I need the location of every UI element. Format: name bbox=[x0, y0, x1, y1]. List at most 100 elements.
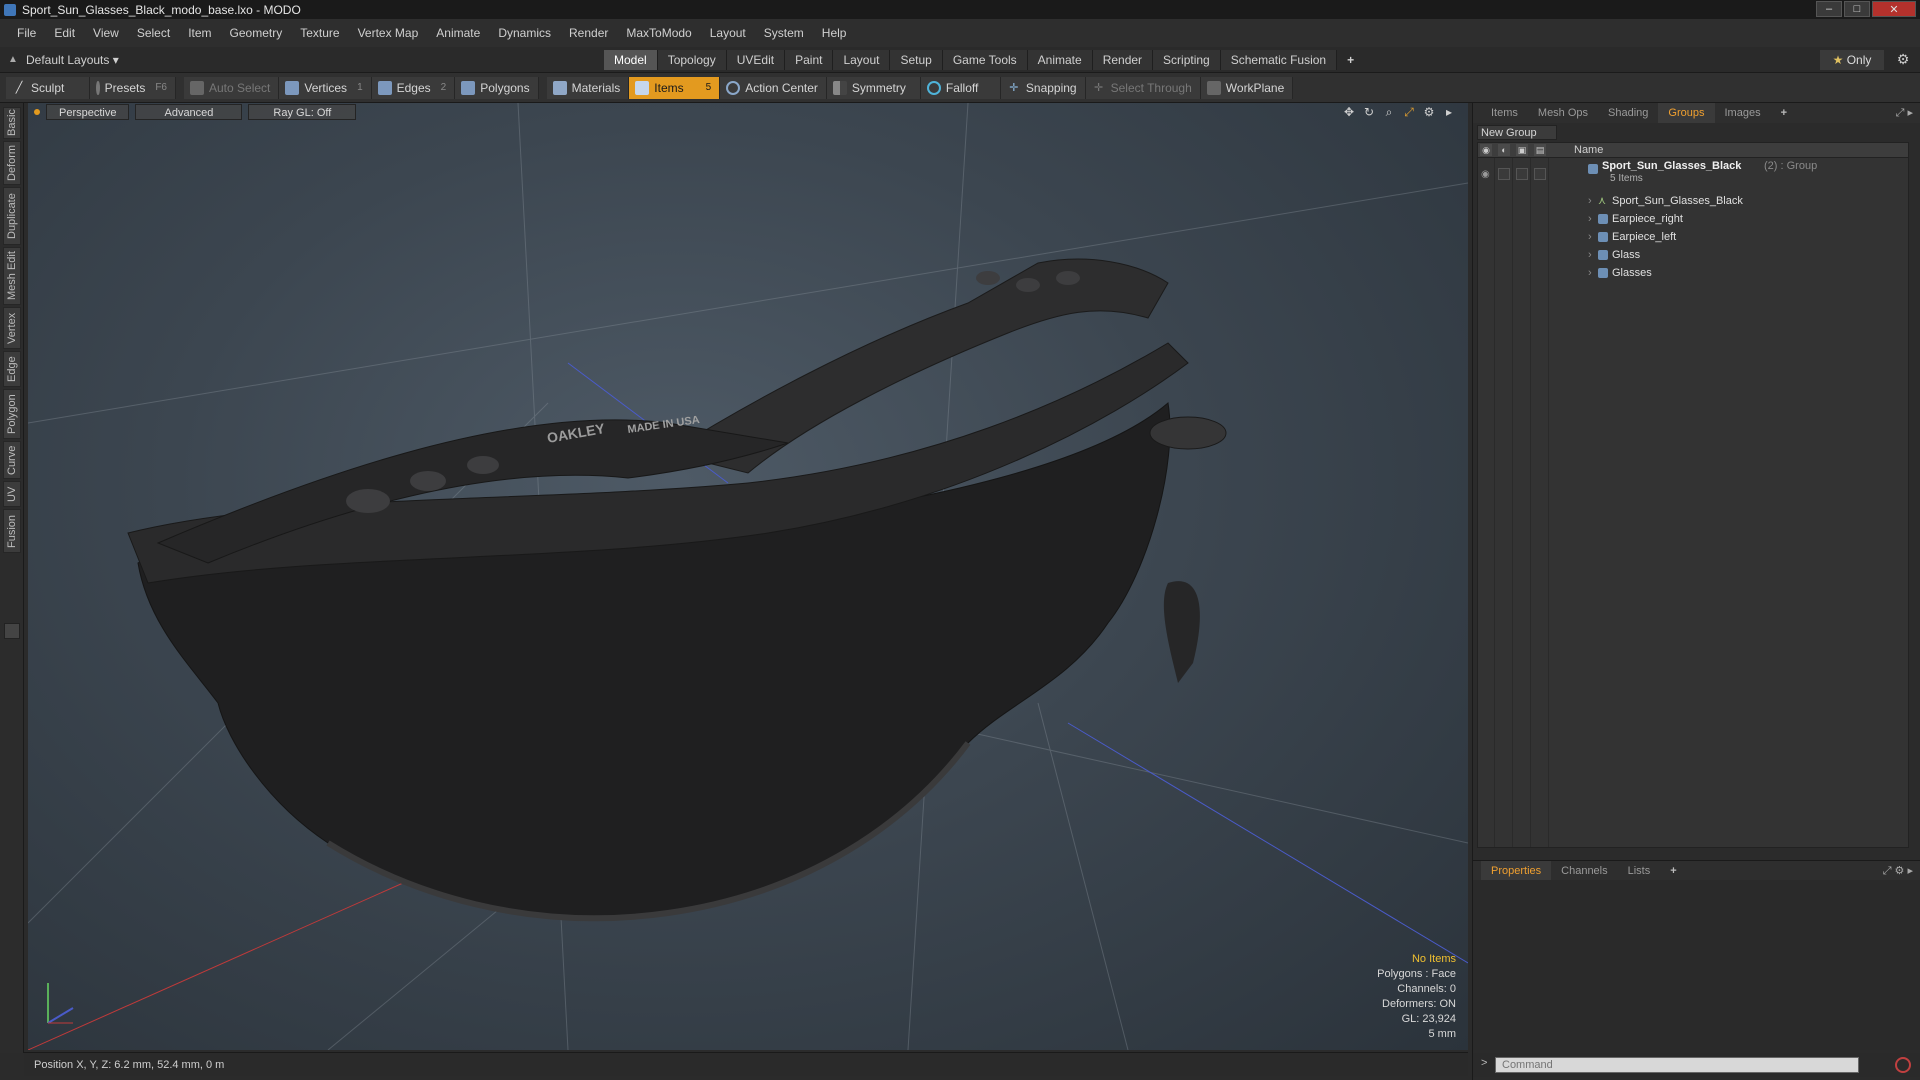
shading-mode-button[interactable]: Advanced bbox=[135, 104, 243, 120]
menu-system[interactable]: System bbox=[755, 19, 813, 47]
fit-view-icon[interactable]: ⤢ bbox=[1402, 105, 1416, 119]
tab-mesh-ops[interactable]: Mesh Ops bbox=[1528, 103, 1598, 123]
vertices-button[interactable]: Vertices 1 bbox=[279, 76, 372, 99]
menu-layout[interactable]: Layout bbox=[701, 19, 755, 47]
tab-scripting[interactable]: Scripting bbox=[1153, 50, 1221, 70]
items-button[interactable]: Items 5 bbox=[629, 76, 721, 99]
menu-texture[interactable]: Texture bbox=[291, 19, 348, 47]
perspective-view-button[interactable]: Perspective bbox=[46, 104, 130, 120]
menu-view[interactable]: View bbox=[84, 19, 128, 47]
tab-lists[interactable]: Lists bbox=[1618, 861, 1661, 881]
lock-col-icon[interactable]: ▣ bbox=[1516, 144, 1528, 156]
group-row[interactable]: ◉ Sport_Sun_Glasses_Black (2) : Group 5 … bbox=[1478, 160, 1908, 190]
menu-edit[interactable]: Edit bbox=[45, 19, 84, 47]
vtab-basic[interactable]: Basic bbox=[3, 107, 21, 139]
vtab-uv[interactable]: UV bbox=[3, 481, 21, 507]
tab-layout[interactable]: Layout bbox=[833, 50, 891, 70]
default-layouts-dropdown[interactable]: ▲ Default Layouts ▾ bbox=[8, 51, 119, 69]
tab-groups[interactable]: Groups bbox=[1658, 103, 1715, 123]
vtab-curve[interactable]: Curve bbox=[3, 441, 21, 479]
panel-expand-icon[interactable]: ⤢ ▸ bbox=[1896, 106, 1913, 120]
tab-shading[interactable]: Shading bbox=[1598, 103, 1658, 123]
maximize-button[interactable]: □ bbox=[1844, 1, 1870, 17]
vtab-fusion[interactable]: Fusion bbox=[3, 509, 21, 553]
add-panel-tab-button[interactable]: + bbox=[1771, 103, 1797, 123]
expand-arrow-icon[interactable]: › bbox=[1588, 228, 1592, 246]
tab-animate[interactable]: Animate bbox=[1027, 50, 1093, 70]
materials-button[interactable]: Materials bbox=[546, 76, 630, 99]
presets-button[interactable]: Presets F6 bbox=[90, 76, 176, 99]
lock-toggle[interactable] bbox=[1516, 168, 1528, 180]
viewport-settings-icon[interactable]: ⚙ bbox=[1422, 105, 1436, 119]
render-toggle[interactable] bbox=[1498, 168, 1510, 180]
expand-arrow-icon[interactable]: › bbox=[1588, 192, 1592, 210]
auto-select-button[interactable]: Auto Select bbox=[184, 76, 280, 99]
zoom-view-icon[interactable]: ⌕ bbox=[1382, 105, 1396, 119]
symmetry-button[interactable]: Symmetry bbox=[826, 76, 921, 99]
visibility-col-eye-icon[interactable]: ◉ bbox=[1480, 144, 1492, 156]
list-item[interactable]: › Earpiece_right bbox=[1478, 210, 1908, 228]
menu-help[interactable]: Help bbox=[813, 19, 856, 47]
workplane-button[interactable]: WorkPlane bbox=[1200, 76, 1294, 99]
move-view-icon[interactable]: ✥ bbox=[1342, 105, 1356, 119]
tab-topology[interactable]: Topology bbox=[657, 50, 727, 70]
menu-maxtomodo[interactable]: MaxToModo bbox=[617, 19, 700, 47]
menu-render[interactable]: Render bbox=[560, 19, 617, 47]
rotate-view-icon[interactable]: ↻ bbox=[1362, 105, 1376, 119]
polygons-button[interactable]: Polygons bbox=[455, 76, 539, 99]
tab-items[interactable]: Items bbox=[1481, 103, 1528, 123]
props-expand-icon[interactable]: ⤢ ⚙ ▸ bbox=[1883, 864, 1913, 878]
tab-properties[interactable]: Properties bbox=[1481, 860, 1552, 881]
tab-uvedit[interactable]: UVEdit bbox=[726, 50, 786, 70]
select-toggle[interactable] bbox=[1534, 168, 1546, 180]
menu-geometry[interactable]: Geometry bbox=[221, 19, 292, 47]
edges-button[interactable]: Edges 2 bbox=[371, 76, 456, 99]
menu-file[interactable]: File bbox=[8, 19, 45, 47]
expand-arrow-icon[interactable]: › bbox=[1588, 210, 1592, 228]
tab-channels[interactable]: Channels bbox=[1551, 861, 1617, 881]
menu-animate[interactable]: Animate bbox=[427, 19, 489, 47]
vtab-deform[interactable]: Deform bbox=[3, 141, 21, 185]
select-through-button[interactable]: ✛ Select Through bbox=[1085, 76, 1201, 99]
action-center-button[interactable]: Action Center bbox=[720, 76, 827, 99]
tab-setup[interactable]: Setup bbox=[890, 50, 943, 70]
tab-render[interactable]: Render bbox=[1092, 50, 1154, 70]
expand-arrow-icon[interactable]: › bbox=[1588, 264, 1592, 282]
close-button[interactable]: ✕ bbox=[1872, 1, 1916, 17]
vtab-duplicate[interactable]: Duplicate bbox=[3, 187, 21, 245]
command-input[interactable] bbox=[1495, 1057, 1859, 1073]
only-toggle-button[interactable]: ★ Only bbox=[1820, 50, 1884, 70]
vtab-vertex[interactable]: Vertex bbox=[3, 307, 21, 349]
tab-game-tools[interactable]: Game Tools bbox=[942, 50, 1028, 70]
list-item[interactable]: › Glass bbox=[1478, 246, 1908, 264]
tab-paint[interactable]: Paint bbox=[785, 50, 834, 70]
minimize-button[interactable]: – bbox=[1816, 1, 1842, 17]
viewport-expand-icon[interactable]: ▸ bbox=[1442, 105, 1456, 119]
menu-vertex-map[interactable]: Vertex Map bbox=[349, 19, 428, 47]
tab-images[interactable]: Images bbox=[1715, 103, 1771, 123]
list-item[interactable]: › ⋏ Sport_Sun_Glasses_Black bbox=[1478, 192, 1908, 210]
command-stop-icon[interactable] bbox=[1895, 1057, 1911, 1073]
list-item[interactable]: › Earpiece_left bbox=[1478, 228, 1908, 246]
expand-arrow-icon[interactable]: › bbox=[1588, 246, 1592, 264]
menu-select[interactable]: Select bbox=[128, 19, 179, 47]
eye-icon[interactable]: ◉ bbox=[1481, 166, 1490, 184]
viewport-menu-dot[interactable] bbox=[34, 109, 40, 115]
left-panel-handle[interactable] bbox=[4, 623, 20, 639]
gear-icon[interactable]: ⚙ bbox=[1894, 51, 1912, 69]
raygl-button[interactable]: Ray GL: Off bbox=[248, 104, 357, 120]
add-props-tab-button[interactable]: + bbox=[1660, 861, 1686, 881]
new-group-button[interactable]: New Group bbox=[1477, 125, 1557, 140]
tab-model[interactable]: Model bbox=[604, 50, 658, 70]
snapping-button[interactable]: ✛ Snapping bbox=[1000, 76, 1086, 99]
vtab-mesh-edit[interactable]: Mesh Edit bbox=[3, 247, 21, 305]
add-layout-tab-button[interactable]: + bbox=[1337, 50, 1364, 70]
3d-viewport[interactable]: OAKLEY MADE IN USA Perspective Advanced … bbox=[28, 103, 1468, 1050]
vtab-polygon[interactable]: Polygon bbox=[3, 389, 21, 439]
vtab-edge[interactable]: Edge bbox=[3, 351, 21, 387]
sculpt-button[interactable]: ╱ Sculpt bbox=[6, 76, 90, 99]
tab-schematic-fusion[interactable]: Schematic Fusion bbox=[1220, 50, 1338, 70]
menu-item[interactable]: Item bbox=[179, 19, 220, 47]
render-col-icon[interactable]: ◐ bbox=[1498, 144, 1510, 156]
list-item[interactable]: › Glasses bbox=[1478, 264, 1908, 282]
